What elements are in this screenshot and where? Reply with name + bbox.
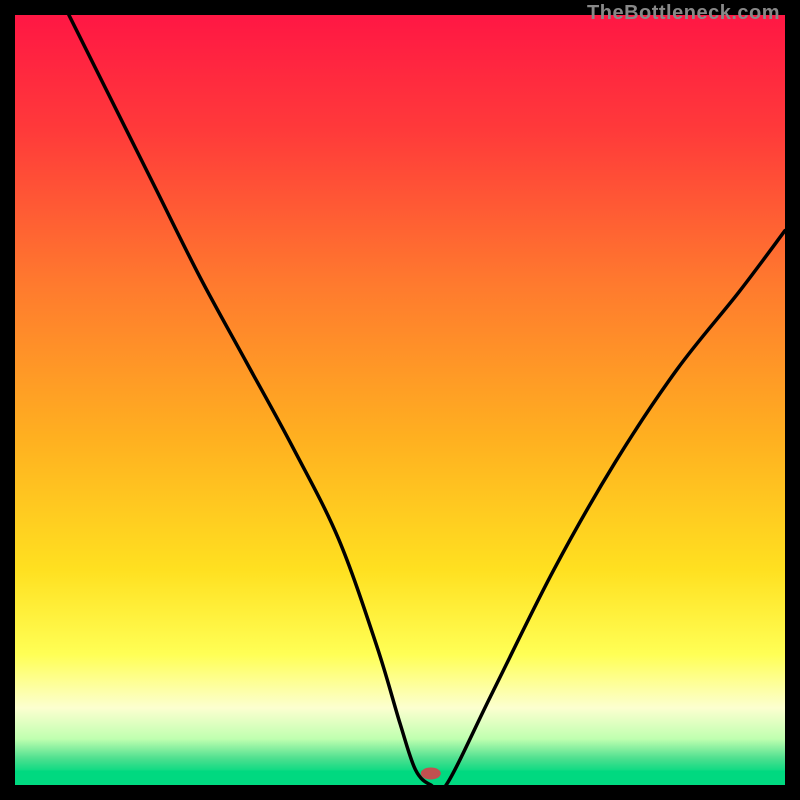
chart-svg [15,15,785,785]
plot-area [15,15,785,785]
watermark-text: TheBottleneck.com [587,2,780,25]
optimal-marker [421,767,441,779]
chart-container: TheBottleneck.com [0,0,800,800]
gradient-background [15,15,785,785]
